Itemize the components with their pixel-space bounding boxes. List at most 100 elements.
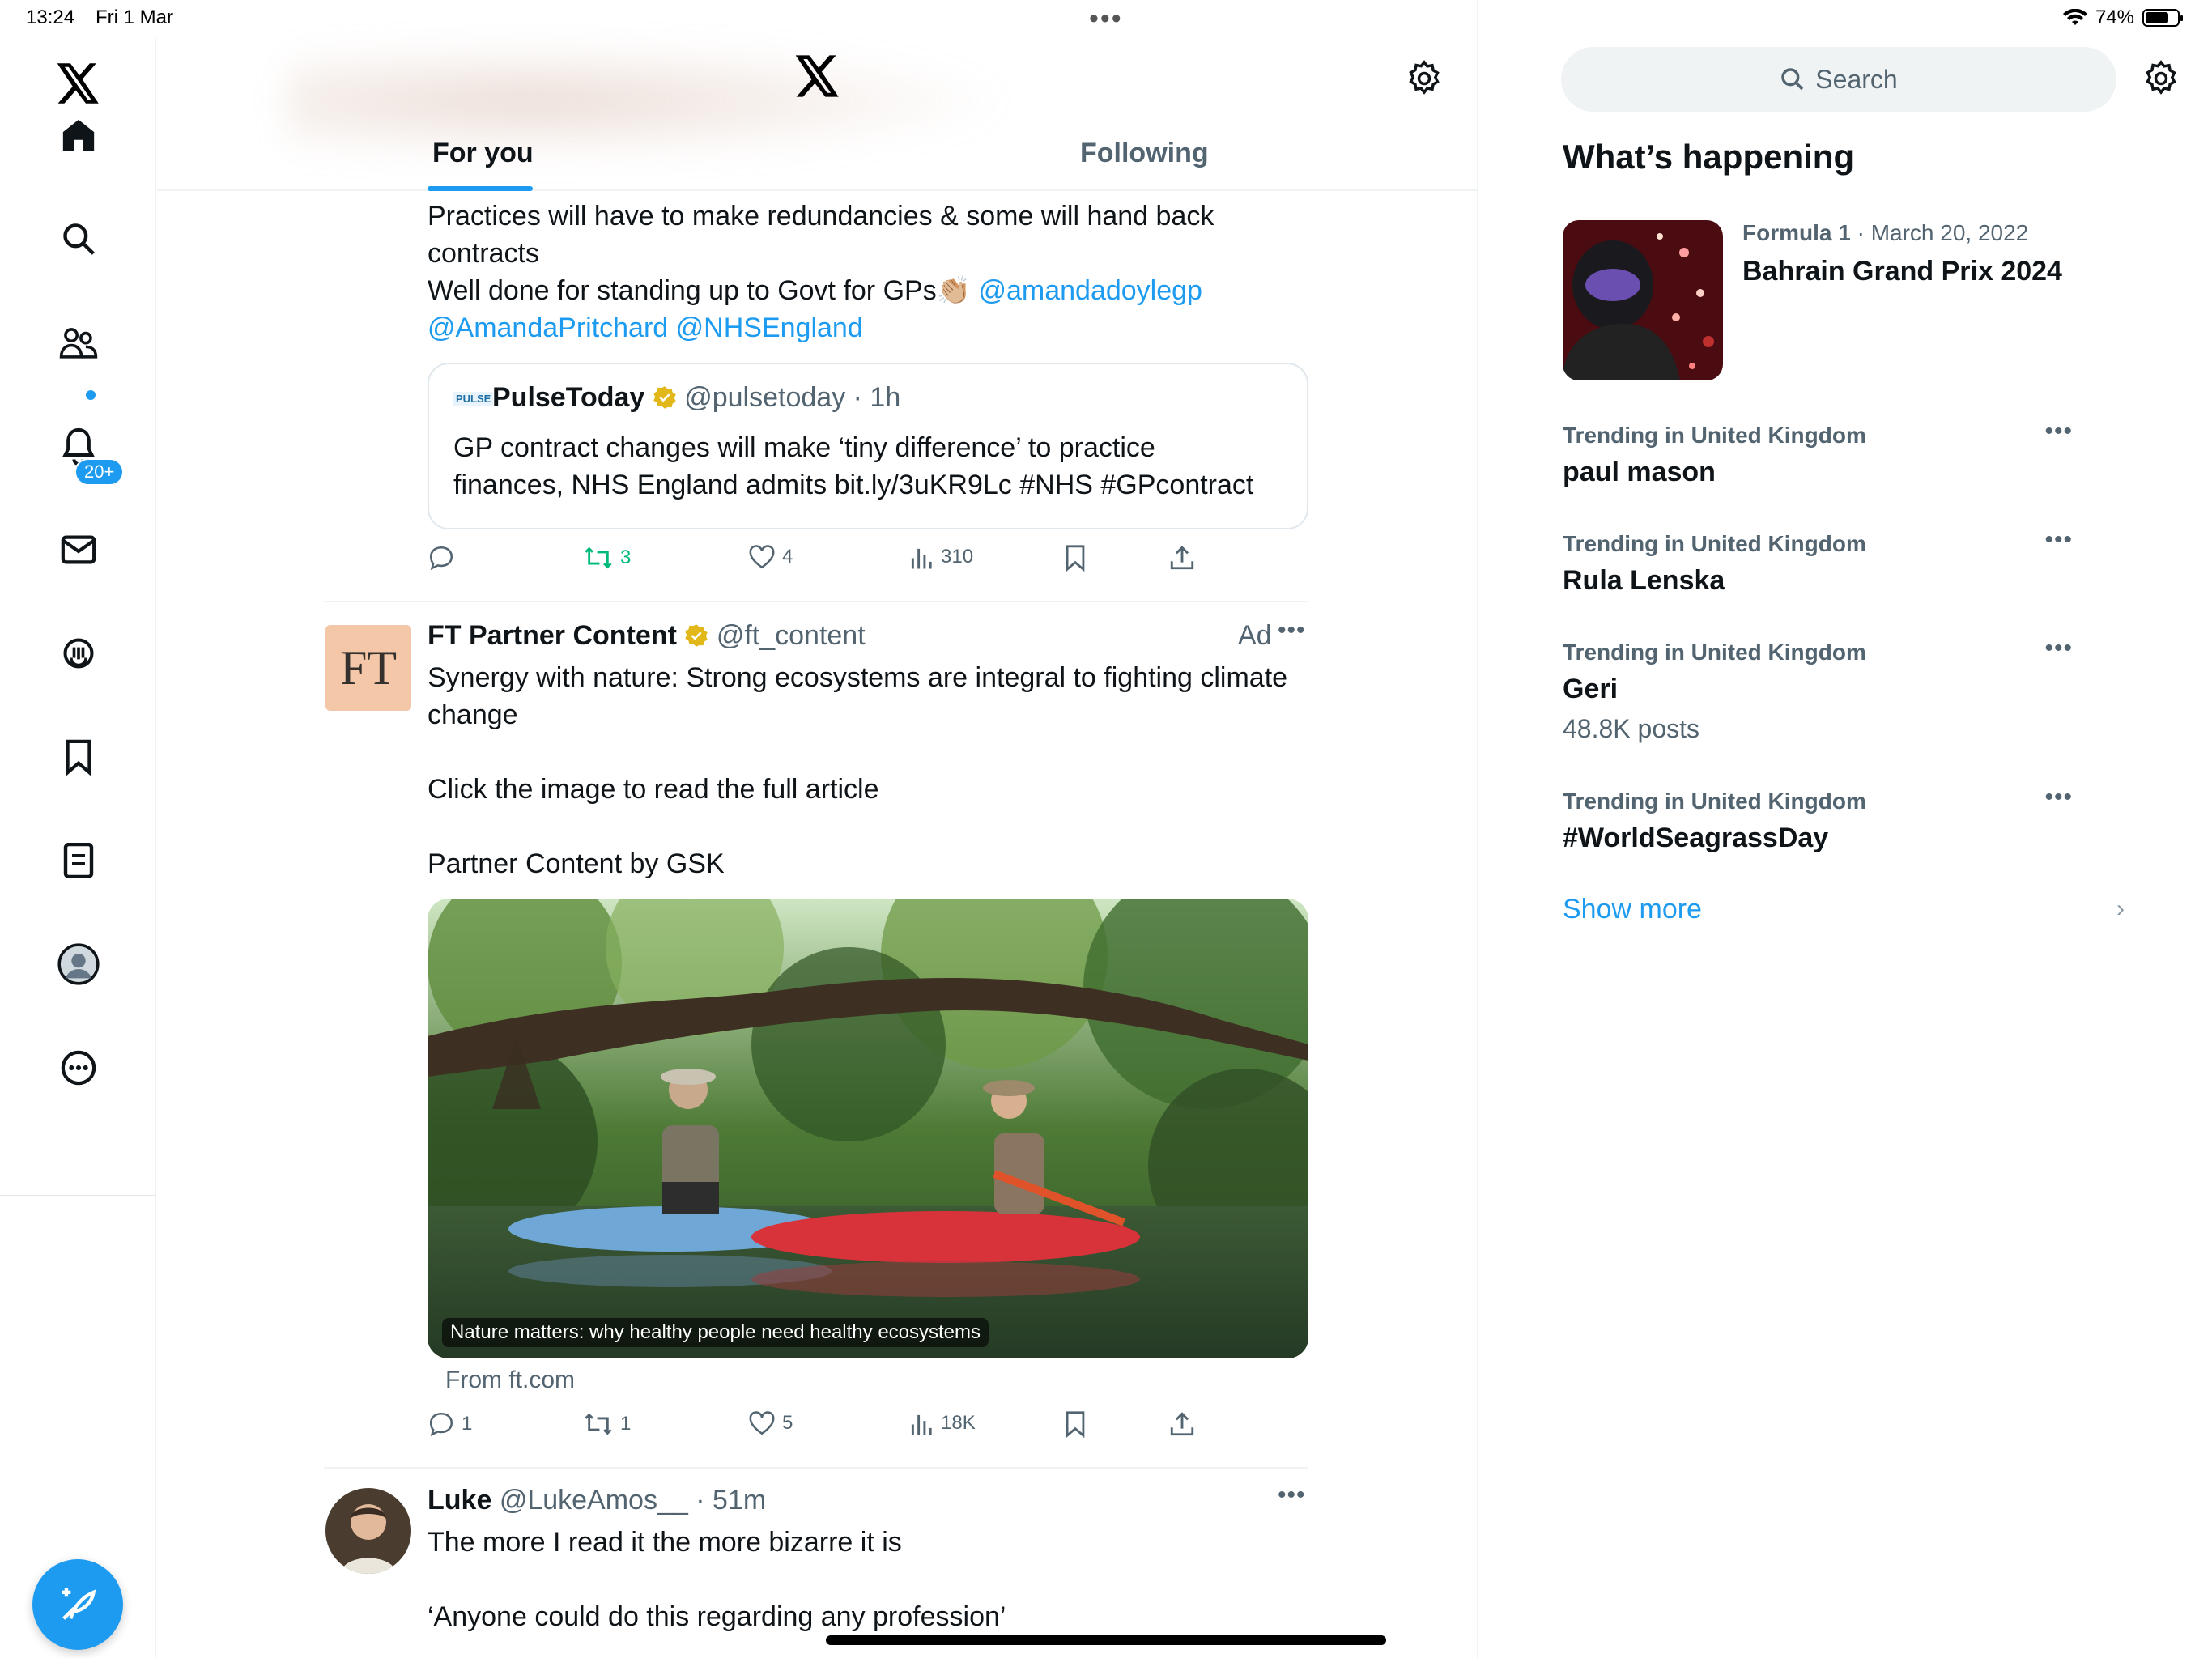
luke-avatar[interactable] <box>325 1488 411 1574</box>
trend-context: Trending in United Kingdom <box>1563 423 1866 448</box>
tweet-time[interactable]: 51m <box>713 1485 766 1516</box>
quote-text-line: GP contract changes will make ‘tiny diff… <box>453 432 1155 463</box>
notifications-badge: 20+ <box>74 458 125 486</box>
view-count: 18K <box>941 1412 976 1434</box>
more-options-icon[interactable]: ••• <box>1278 1482 1306 1509</box>
retweet-icon <box>585 1413 612 1435</box>
retweet-count: 1 <box>620 1413 632 1435</box>
lists-icon[interactable] <box>50 832 107 889</box>
explore-settings-icon[interactable] <box>2142 60 2180 101</box>
search-icon[interactable] <box>50 210 107 267</box>
battery-percent: 74% <box>2095 6 2134 28</box>
main-column: For you Following Practices will have to… <box>157 0 1478 1658</box>
ad-label: Ad <box>1238 620 1272 651</box>
event-image[interactable] <box>1563 220 1723 380</box>
quote-text: GP contract changes will make ‘tiny diff… <box>453 429 1253 504</box>
mention-link[interactable]: @amandadoylegp <box>978 275 1202 306</box>
retweet-button[interactable]: 1 <box>583 1410 631 1438</box>
tweet-divider <box>324 601 1308 602</box>
retweet-button[interactable]: 3 <box>583 544 631 572</box>
status-time: 13:24 <box>26 6 75 28</box>
trend-item[interactable]: Trending in United Kingdom Geri 48.8K po… <box>1563 635 2129 753</box>
verified-gold-icon <box>685 624 708 647</box>
like-button[interactable]: 5 <box>748 1410 793 1436</box>
grok-icon[interactable] <box>50 625 107 682</box>
communities-icon[interactable] <box>50 314 107 371</box>
tab-following[interactable]: Following <box>1080 138 1209 169</box>
bookmark-icon <box>1066 545 1085 572</box>
reply-button[interactable]: 1 <box>428 1410 472 1438</box>
reply-count: 1 <box>462 1413 473 1435</box>
tweet-actions: 1 1 5 18K <box>428 1410 1318 1443</box>
reply-icon <box>429 1412 453 1437</box>
home-icon[interactable] <box>50 107 107 164</box>
trend-item[interactable]: Trending in United Kingdom Rula Lenska •… <box>1563 526 2129 612</box>
trend-more-icon[interactable]: ••• <box>2044 526 2073 554</box>
tweet-text-line: Click the image to read the full article <box>428 774 879 805</box>
view-count: 310 <box>941 546 974 568</box>
like-count: 5 <box>782 1412 793 1434</box>
trend-more-icon[interactable]: ••• <box>2044 635 2073 662</box>
views-button[interactable]: 310 <box>910 544 973 570</box>
quote-time[interactable]: 1h <box>870 382 900 413</box>
tab-for-you[interactable]: For you <box>432 138 534 169</box>
more-options-icon[interactable]: ••• <box>1278 617 1306 644</box>
mention-link[interactable]: @NHSEngland <box>676 312 863 343</box>
more-icon[interactable] <box>50 1039 107 1096</box>
tweet-author-name[interactable]: Luke <box>428 1485 491 1516</box>
communities-dot <box>86 390 96 400</box>
trend-more-icon[interactable]: ••• <box>2044 784 2073 811</box>
reply-button[interactable] <box>428 544 455 572</box>
tweet-header: FT Partner Content @ft_content <box>428 620 866 652</box>
share-icon <box>1170 546 1194 570</box>
bookmarks-icon[interactable] <box>50 729 107 785</box>
like-count: 4 <box>782 546 793 568</box>
bookmark-icon <box>1066 1411 1085 1438</box>
trend-item[interactable]: Trending in United Kingdom paul mason ••… <box>1563 418 2129 504</box>
card-source[interactable]: From ft.com <box>445 1367 575 1394</box>
like-button[interactable]: 4 <box>748 544 793 570</box>
mention-link[interactable]: @AmandaPritchard <box>428 312 668 343</box>
compose-feather-icon <box>62 1588 96 1620</box>
profile-icon[interactable] <box>50 936 107 993</box>
tweet-card-image[interactable]: Nature matters: why healthy people need … <box>428 899 1308 1358</box>
quote-author-handle[interactable]: @pulsetoday <box>684 382 845 413</box>
quote-author-name[interactable]: PulseToday <box>492 382 644 413</box>
tweet-text-line: contracts <box>428 238 539 269</box>
home-indicator[interactable] <box>826 1635 1386 1645</box>
retweet-count: 3 <box>620 546 632 568</box>
trend-more-icon[interactable]: ••• <box>2044 418 2073 445</box>
search-icon <box>1781 68 1804 91</box>
quoted-tweet[interactable]: PULSE PulseToday @pulsetoday · 1h GP con… <box>428 363 1308 529</box>
compose-button[interactable] <box>32 1559 123 1650</box>
trend-title: paul mason <box>1563 457 1716 487</box>
image-caption: Nature matters: why healthy people need … <box>442 1318 989 1347</box>
share-icon <box>1170 1412 1194 1436</box>
left-nav: 20+ <box>0 37 156 1658</box>
search-placeholder: Search <box>1815 64 1898 94</box>
event-title[interactable]: Bahrain Grand Prix 2024 <box>1742 256 2062 287</box>
share-button[interactable] <box>1169 1410 1195 1438</box>
quote-text-line: finances, NHS England admits bit.ly/3uKR… <box>453 470 1254 500</box>
search-input[interactable]: Search <box>1561 47 2116 112</box>
timeline-settings-icon[interactable] <box>1406 60 1443 101</box>
trend-title: Rula Lenska <box>1563 565 1725 596</box>
bookmark-button[interactable] <box>1064 544 1087 572</box>
tweet-author-handle[interactable]: @ft_content <box>717 620 866 651</box>
tweet-header: Luke @LukeAmos__ · 51m <box>428 1485 767 1516</box>
heart-icon <box>749 545 775 569</box>
share-button[interactable] <box>1169 544 1195 572</box>
ft-avatar[interactable]: FT <box>325 625 411 711</box>
trend-item[interactable]: Trending in United Kingdom #WorldSeagras… <box>1563 784 2129 869</box>
views-button[interactable]: 18K <box>910 1410 976 1436</box>
x-logo-icon[interactable] <box>50 55 107 112</box>
verified-gold-icon <box>653 386 676 409</box>
header-x-logo-icon[interactable] <box>795 55 840 101</box>
tweet-author-name[interactable]: FT Partner Content <box>428 620 677 651</box>
tweet-author-handle[interactable]: @LukeAmos__ <box>500 1485 688 1516</box>
messages-icon[interactable] <box>50 521 107 578</box>
event-date: March 20, 2022 <box>1870 220 2029 245</box>
bookmark-button[interactable] <box>1064 1410 1087 1438</box>
show-more-link[interactable]: Show more <box>1563 894 1702 925</box>
chevron-right-icon[interactable]: › <box>2116 895 2125 923</box>
